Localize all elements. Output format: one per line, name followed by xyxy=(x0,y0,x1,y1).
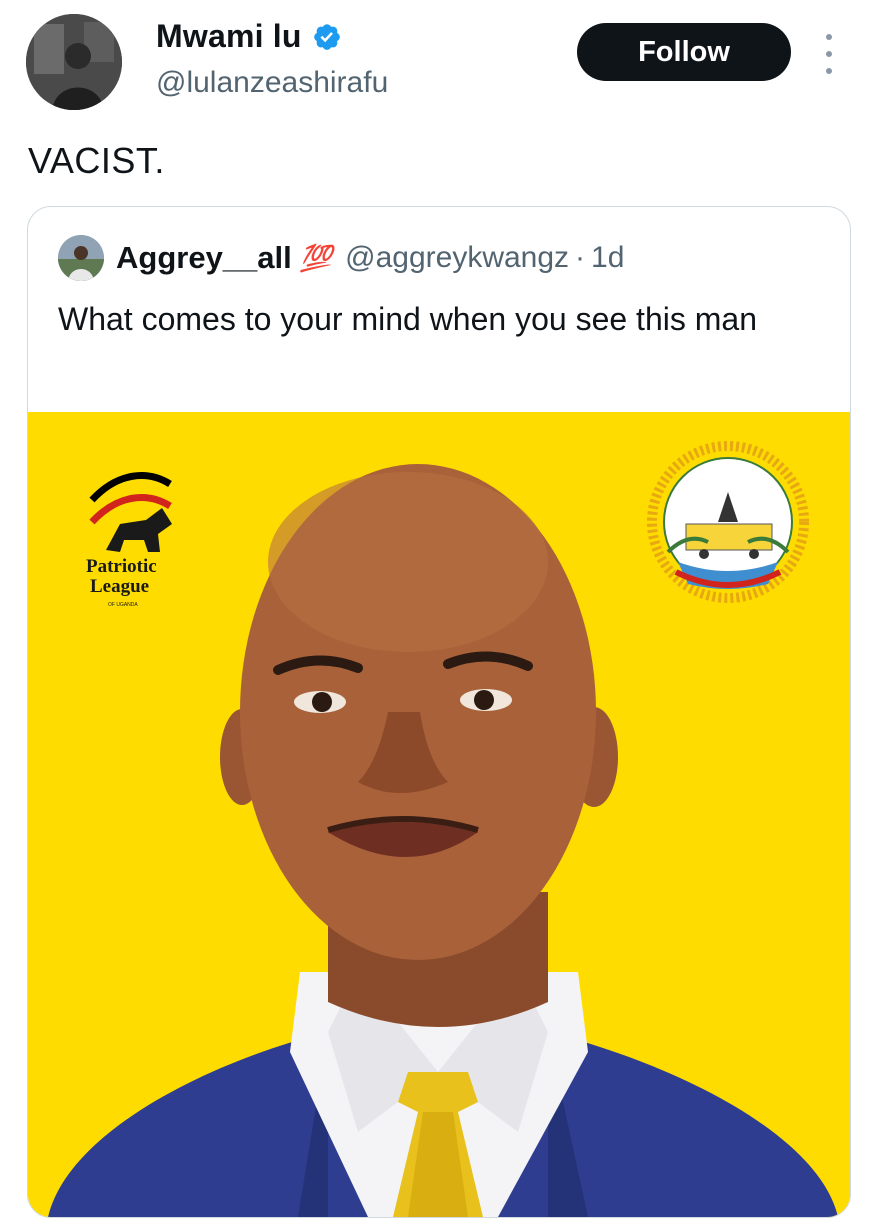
quoted-text: What comes to your mind when you see thi… xyxy=(58,301,757,337)
tweet: Mwami lu @lulanzeashirafu Follow VACIST.… xyxy=(0,0,878,1218)
author-avatar[interactable] xyxy=(26,14,122,110)
author-handle[interactable]: @lulanzeashirafu xyxy=(156,66,388,100)
quoted-display-name[interactable]: Aggrey__all xyxy=(116,240,292,276)
tweet-text: VACIST. xyxy=(28,140,165,181)
quoted-timestamp[interactable]: 1d xyxy=(591,241,624,275)
author-display-name[interactable]: Mwami lu xyxy=(156,18,302,55)
follow-button[interactable]: Follow xyxy=(577,23,791,81)
author-name-row: Mwami lu xyxy=(156,18,342,55)
quoted-avatar[interactable] xyxy=(58,235,104,281)
quoted-photo[interactable]: Patriotic League OF UGANDA xyxy=(28,412,850,1217)
quoted-tweet[interactable]: Aggrey__all 💯 @aggreykwangz · 1d What co… xyxy=(27,206,851,1218)
logo-text-line1: Patriotic xyxy=(86,556,157,577)
quoted-header: Aggrey__all 💯 @aggreykwangz · 1d xyxy=(58,235,624,281)
logo-text-line3: OF UGANDA xyxy=(108,602,138,608)
more-options-icon[interactable] xyxy=(818,34,840,74)
separator-dot: · xyxy=(575,241,586,274)
verified-badge-icon xyxy=(313,23,340,50)
quoted-handle[interactable]: @aggreykwangz xyxy=(345,241,569,275)
logo-text-line2: League xyxy=(90,576,149,597)
hundred-points-emoji-icon: 💯 xyxy=(299,242,332,273)
